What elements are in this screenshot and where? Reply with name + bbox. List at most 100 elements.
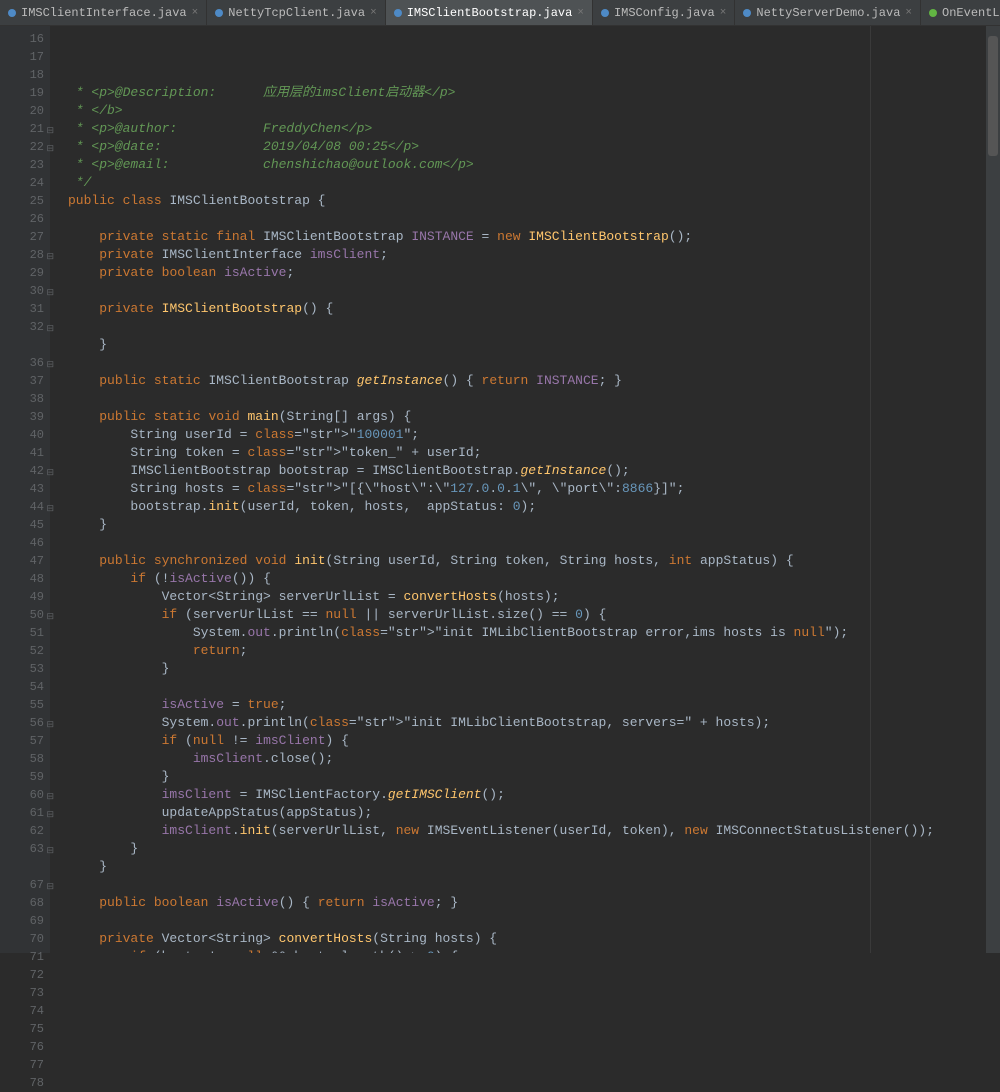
gutter-line: 21⊟ xyxy=(0,120,44,138)
code-editor[interactable]: 161718192021⊟22▶⊟232425262728⊟2930⊟3132@… xyxy=(0,26,1000,953)
gutter-line: 18 xyxy=(0,66,44,84)
tab-nettytcpclient[interactable]: NettyTcpClient.java × xyxy=(207,0,385,25)
code-line[interactable]: String hosts = class="str">"[{\"host\":\… xyxy=(68,480,986,498)
interface-file-icon xyxy=(929,9,937,17)
close-icon[interactable]: × xyxy=(370,7,377,19)
code-line[interactable]: } xyxy=(68,336,986,354)
tab-label: IMSConfig.java xyxy=(614,6,715,20)
gutter-line: 75 xyxy=(0,1020,44,1038)
code-line[interactable]: public static IMSClientBootstrap getInst… xyxy=(68,372,986,390)
code-line[interactable]: */ xyxy=(68,174,986,192)
code-line[interactable]: return; xyxy=(68,642,986,660)
code-line[interactable]: * <p>@Description: 应用层的imsClient启动器</p> xyxy=(68,84,986,102)
gutter-line: 28⊟ xyxy=(0,246,44,264)
gutter-line: 41 xyxy=(0,444,44,462)
gutter-line: 29 xyxy=(0,264,44,282)
gutter-line xyxy=(0,858,44,876)
code-line[interactable] xyxy=(68,210,986,228)
gutter-line: 49 xyxy=(0,588,44,606)
close-icon[interactable]: × xyxy=(577,7,584,19)
gutter-line: 76 xyxy=(0,1038,44,1056)
java-file-icon xyxy=(743,9,751,17)
code-line[interactable] xyxy=(68,354,986,372)
close-icon[interactable]: × xyxy=(192,7,199,19)
code-line[interactable] xyxy=(68,912,986,930)
gutter-line: 39 xyxy=(0,408,44,426)
code-line[interactable] xyxy=(68,678,986,696)
code-line[interactable]: Vector<String> serverUrlList = convertHo… xyxy=(68,588,986,606)
tab-imsclientinterface[interactable]: IMSClientInterface.java × xyxy=(0,0,207,25)
code-line[interactable]: if (null != imsClient) { xyxy=(68,732,986,750)
vertical-scrollbar[interactable] xyxy=(986,26,1000,953)
code-line[interactable]: System.out.println(class="str">"init IML… xyxy=(68,624,986,642)
code-line[interactable]: } xyxy=(68,858,986,876)
gutter-line: 44⊟ xyxy=(0,498,44,516)
code-line[interactable]: } xyxy=(68,840,986,858)
code-line[interactable]: IMSClientBootstrap bootstrap = IMSClient… xyxy=(68,462,986,480)
code-line[interactable]: String token = class="str">"token_" + us… xyxy=(68,444,986,462)
code-line[interactable]: } xyxy=(68,660,986,678)
tab-nettyserverdemo[interactable]: NettyServerDemo.java × xyxy=(735,0,921,25)
code-line[interactable]: if (serverUrlList == null || serverUrlLi… xyxy=(68,606,986,624)
code-line[interactable]: if (hosts != null && hosts.length() > 0)… xyxy=(68,948,986,953)
gutter-line: 30⊟ xyxy=(0,282,44,300)
code-line[interactable]: public class IMSClientBootstrap { xyxy=(68,192,986,210)
tab-label: IMSClientBootstrap.java xyxy=(407,6,573,20)
gutter-line: 23 xyxy=(0,156,44,174)
code-line[interactable]: isActive = true; xyxy=(68,696,986,714)
gutter-line: 47 xyxy=(0,552,44,570)
code-line[interactable]: if (!isActive()) { xyxy=(68,570,986,588)
code-line[interactable]: bootstrap.init(userId, token, hosts, app… xyxy=(68,498,986,516)
scrollbar-thumb[interactable] xyxy=(988,36,998,156)
code-line[interactable]: public boolean isActive() { return isAct… xyxy=(68,894,986,912)
close-icon[interactable]: × xyxy=(720,7,727,19)
java-file-icon xyxy=(215,9,223,17)
gutter-line: 26 xyxy=(0,210,44,228)
gutter-line: 40 xyxy=(0,426,44,444)
gutter-line: 27 xyxy=(0,228,44,246)
code-line[interactable]: * <p>@date: 2019/04/08 00:25</p> xyxy=(68,138,986,156)
code-line[interactable]: * <p>@email: chenshichao@outlook.com</p> xyxy=(68,156,986,174)
gutter-line: 63⊟ xyxy=(0,840,44,858)
code-line[interactable]: public synchronized void init(String use… xyxy=(68,552,986,570)
code-line[interactable]: private IMSClientBootstrap() { xyxy=(68,300,986,318)
code-line[interactable] xyxy=(68,876,986,894)
code-line[interactable]: public static void main(String[] args) { xyxy=(68,408,986,426)
code-line[interactable]: * <p>@author: FreddyChen</p> xyxy=(68,120,986,138)
gutter-line: 38 xyxy=(0,390,44,408)
java-file-icon xyxy=(394,9,402,17)
code-line[interactable]: private IMSClientInterface imsClient; xyxy=(68,246,986,264)
code-line[interactable]: imsClient.close(); xyxy=(68,750,986,768)
gutter-line: 78 xyxy=(0,1074,44,1092)
gutter-line: 48 xyxy=(0,570,44,588)
code-line[interactable]: private Vector<String> convertHosts(Stri… xyxy=(68,930,986,948)
code-line[interactable] xyxy=(68,390,986,408)
gutter-line: 25 xyxy=(0,192,44,210)
code-line[interactable]: System.out.println(class="str">"init IML… xyxy=(68,714,986,732)
code-line[interactable]: private boolean isActive; xyxy=(68,264,986,282)
code-line[interactable]: * </b> xyxy=(68,102,986,120)
gutter-line: 74 xyxy=(0,1002,44,1020)
right-margin-guide xyxy=(870,26,871,953)
code-line[interactable]: private static final IMSClientBootstrap … xyxy=(68,228,986,246)
code-line[interactable] xyxy=(68,282,986,300)
gutter-line: 50⊟ xyxy=(0,606,44,624)
code-area[interactable]: * <p>@Description: 应用层的imsClient启动器</p> … xyxy=(50,26,986,953)
gutter-line: 16 xyxy=(0,30,44,48)
code-line[interactable]: } xyxy=(68,768,986,786)
gutter-line xyxy=(0,336,44,354)
tab-imsconfig[interactable]: IMSConfig.java × xyxy=(593,0,735,25)
close-icon[interactable]: × xyxy=(905,7,912,19)
code-line[interactable] xyxy=(68,534,986,552)
tab-imsclientbootstrap[interactable]: IMSClientBootstrap.java × xyxy=(386,0,593,25)
gutter-line: 37 xyxy=(0,372,44,390)
gutter-line: 69 xyxy=(0,912,44,930)
code-line[interactable]: } xyxy=(68,516,986,534)
code-line[interactable]: String userId = class="str">"100001"; xyxy=(68,426,986,444)
code-line[interactable]: updateAppStatus(appStatus); xyxy=(68,804,986,822)
code-line[interactable] xyxy=(68,318,986,336)
code-line[interactable]: imsClient = IMSClientFactory.getIMSClien… xyxy=(68,786,986,804)
code-line[interactable]: imsClient.init(serverUrlList, new IMSEve… xyxy=(68,822,986,840)
gutter-line: 20 xyxy=(0,102,44,120)
tab-oneventlistener[interactable]: OnEventListener.java × xyxy=(921,0,1000,25)
